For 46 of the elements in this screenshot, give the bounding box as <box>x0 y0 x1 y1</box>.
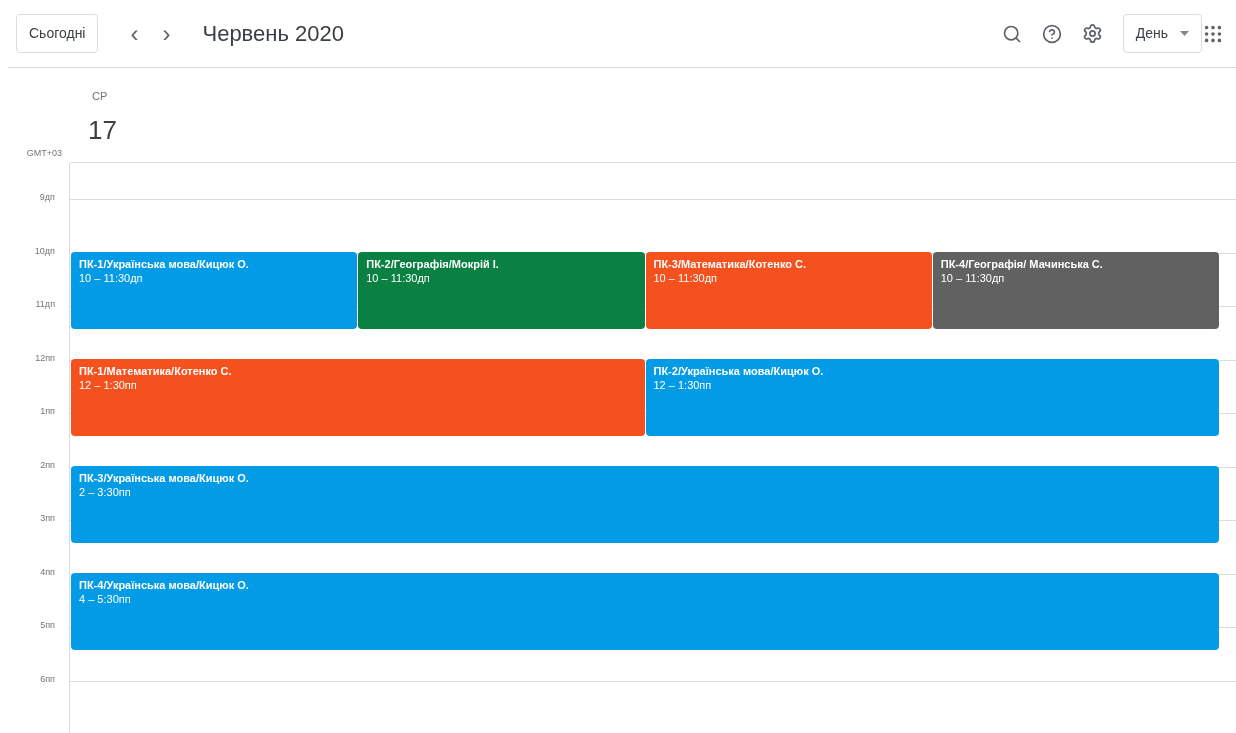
hour-label: 4пп <box>40 567 55 577</box>
event-title: ПК-2/Українська мова/Кицюк О. <box>653 364 825 378</box>
hour-label: 12пп <box>35 353 55 363</box>
caret-icon <box>1180 31 1189 36</box>
settings-icon[interactable] <box>1081 23 1103 44</box>
event-time: 4 – 5:30пп <box>79 592 132 606</box>
hour-label: 9дп <box>39 193 55 202</box>
event-card[interactable]: ПК-2/Географія/Мокрій І. 10 – 11:30дп <box>358 252 645 329</box>
event-title: ПК-1/Математика/Котенко С. <box>79 364 233 378</box>
event-card[interactable]: ПК-4/Українська мова/Кицюк О. 4 – 5:30пп <box>71 573 1219 650</box>
today-button[interactable]: Сьогодні <box>16 14 99 53</box>
timezone-label: GMT+03 <box>26 146 62 160</box>
hour-label: 11дп <box>35 300 55 309</box>
event-title: ПК-2/Географія/Мокрій І. <box>366 257 500 271</box>
view-select[interactable]: День <box>1122 14 1202 53</box>
hour-label: 1пп <box>40 407 55 416</box>
event-time: 10 – 11:30дп <box>653 271 719 285</box>
hour-label: 6пп <box>40 674 55 684</box>
event-card[interactable]: ПК-3/Математика/Котенко С. 10 – 11:30дп <box>645 252 932 329</box>
hour-label: 3пп <box>40 514 55 523</box>
event-title: ПК-4/Українська мова/Кицюк О. <box>79 578 250 592</box>
event-card[interactable]: ПК-1/Українська мова/Кицюк О. 10 – 11:30дп <box>71 252 358 329</box>
event-time: 12 – 1:30пп <box>653 378 713 392</box>
date-number: 17 <box>88 113 117 147</box>
hour-label: 5пп <box>40 621 55 630</box>
event-card[interactable]: ПК-2/Українська мова/Кицюк О. 12 – 1:30пп <box>645 359 1219 436</box>
event-title: ПК-4/Географія/ Мачинська С. <box>940 257 1104 271</box>
event-card[interactable]: ПК-4/Географія/ Мачинська С. 10 – 11:30дп <box>932 252 1219 329</box>
event-time: 10 – 11:30дп <box>366 271 431 285</box>
weekday-label: СР <box>92 89 108 104</box>
month-title: Червень 2020 <box>202 20 344 48</box>
hour-label: 2пп <box>40 460 55 470</box>
event-title: ПК-3/Математика/Котенко С. <box>653 257 808 271</box>
event-card[interactable]: ПК-1/Математика/Котенко С. 12 – 1:30пп <box>71 359 645 436</box>
next-button[interactable]: › <box>154 21 179 46</box>
event-time: 10 – 11:30дп <box>79 271 144 285</box>
event-title: ПК-1/Українська мова/Кицюк О. <box>79 257 250 271</box>
event-time: 10 – 11:30дп <box>940 271 1006 285</box>
event-title: ПК-3/Українська мова/Кицюк О. <box>79 471 250 485</box>
help-icon[interactable] <box>1041 23 1062 44</box>
event-time: 12 – 1:30пп <box>79 378 138 392</box>
event-time: 2 – 3:30пп <box>79 485 132 499</box>
hour-label: 10дп <box>34 246 55 256</box>
event-card[interactable]: ПК-3/Українська мова/Кицюк О. 2 – 3:30пп <box>71 466 1219 543</box>
search-icon[interactable] <box>1001 23 1022 44</box>
previous-button[interactable]: ‹ <box>122 21 147 46</box>
